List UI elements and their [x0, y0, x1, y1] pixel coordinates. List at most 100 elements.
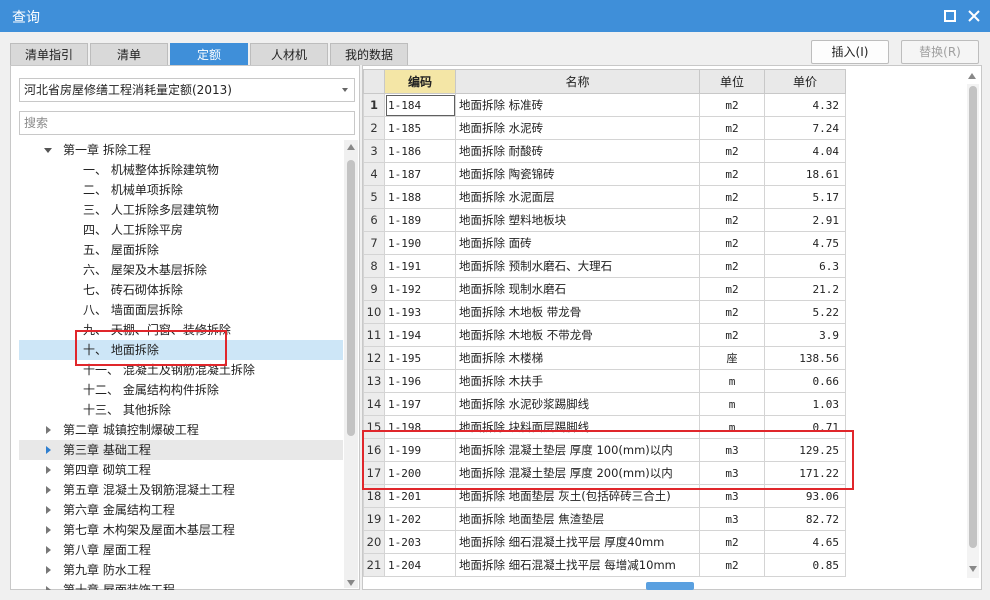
cell-unit[interactable]: m2	[699, 162, 765, 186]
chevron-right-icon[interactable]	[43, 440, 53, 460]
cell-name[interactable]: 地面拆除 木扶手	[455, 369, 700, 393]
cell-code[interactable]: 1-193	[384, 300, 456, 324]
cell-unit[interactable]: m2	[699, 139, 765, 163]
cell-unit[interactable]: m2	[699, 208, 765, 232]
cell-name[interactable]: 地面拆除 塑料地板块	[455, 208, 700, 232]
cell-unit[interactable]: m2	[699, 116, 765, 140]
cell-price[interactable]: 138.56	[764, 346, 846, 370]
cell-price[interactable]: 0.85	[764, 553, 846, 577]
cell-code[interactable]: 1-195	[384, 346, 456, 370]
tree-item[interactable]: 第五章 混凝土及钢筋混凝土工程	[19, 480, 343, 500]
scroll-up-icon[interactable]	[968, 73, 976, 79]
cell-name[interactable]: 地面拆除 耐酸砖	[455, 139, 700, 163]
tree-item[interactable]: 第七章 木构架及屋面木基层工程	[19, 520, 343, 540]
cell-code[interactable]: 1-192	[384, 277, 456, 301]
chevron-right-icon[interactable]	[43, 520, 53, 540]
cell-code[interactable]: 1-185	[384, 116, 456, 140]
maximize-icon[interactable]	[940, 6, 960, 26]
cell-price[interactable]: 129.25	[764, 438, 846, 462]
cell-name[interactable]: 地面拆除 木楼梯	[455, 346, 700, 370]
cell-code[interactable]: 1-199	[384, 438, 456, 462]
tree-scrollbar[interactable]	[344, 140, 358, 588]
tree-item[interactable]: 十一、 混凝土及钢筋混凝土拆除	[19, 360, 343, 380]
chevron-right-icon[interactable]	[43, 460, 53, 480]
table-row[interactable]: 10 1-193 地面拆除 木地板 带龙骨 m2 5.22	[363, 300, 846, 324]
cell-unit[interactable]: m2	[699, 231, 765, 255]
cell-code[interactable]: 1-204	[384, 553, 456, 577]
table-row[interactable]: 9 1-192 地面拆除 现制水磨石 m2 21.2	[363, 277, 846, 301]
tree-item[interactable]: 一、 机械整体拆除建筑物	[19, 160, 343, 180]
cell-code[interactable]: 1-184	[384, 93, 456, 117]
cell-name[interactable]: 地面拆除 面砖	[455, 231, 700, 255]
cell-price[interactable]: 171.22	[764, 461, 846, 485]
tab-quota[interactable]: 定额	[170, 43, 248, 65]
cell-price[interactable]: 3.9	[764, 323, 846, 347]
cell-code[interactable]: 1-188	[384, 185, 456, 209]
tree-item[interactable]: 十二、 金属结构构件拆除	[19, 380, 343, 400]
table-row[interactable]: 14 1-197 地面拆除 水泥砂浆踢脚线 m 1.03	[363, 392, 846, 416]
cell-price[interactable]: 82.72	[764, 507, 846, 531]
table-row[interactable]: 21 1-204 地面拆除 细石混凝土找平层 每增减10mm m2 0.85	[363, 553, 846, 577]
cell-unit[interactable]: m3	[699, 461, 765, 485]
table-row[interactable]: 6 1-189 地面拆除 塑料地板块 m2 2.91	[363, 208, 846, 232]
cell-price[interactable]: 0.71	[764, 415, 846, 439]
cell-unit[interactable]: m2	[699, 277, 765, 301]
cell-code[interactable]: 1-191	[384, 254, 456, 278]
table-row[interactable]: 20 1-203 地面拆除 细石混凝土找平层 厚度40mm m2 4.65	[363, 530, 846, 554]
chevron-right-icon[interactable]	[43, 480, 53, 500]
cell-price[interactable]: 4.75	[764, 231, 846, 255]
table-row[interactable]: 16 1-199 地面拆除 混凝土垫层 厚度 100(mm)以内 m3 129.25	[363, 438, 846, 462]
table-row[interactable]: 12 1-195 地面拆除 木楼梯座 138.56	[363, 346, 846, 370]
cell-name[interactable]: 地面拆除 地面垫层 焦渣垫层	[455, 507, 700, 531]
grid-scrollbar[interactable]	[967, 84, 979, 578]
cell-unit[interactable]: m2	[699, 300, 765, 324]
replace-button[interactable]: 替换(R)	[901, 40, 979, 64]
cell-price[interactable]: 18.61	[764, 162, 846, 186]
tree-item[interactable]: 第三章 基础工程	[19, 440, 343, 460]
cell-price[interactable]: 5.22	[764, 300, 846, 324]
cell-name[interactable]: 地面拆除 水泥砖	[455, 116, 700, 140]
chevron-down-icon[interactable]	[43, 140, 53, 160]
scroll-down-icon[interactable]	[347, 580, 355, 586]
cell-price[interactable]: 1.03	[764, 392, 846, 416]
chevron-right-icon[interactable]	[43, 580, 53, 590]
tab-labor-material-machine[interactable]: 人材机	[250, 43, 328, 65]
cell-unit[interactable]: m3	[699, 484, 765, 508]
cell-code[interactable]: 1-196	[384, 369, 456, 393]
table-row[interactable]: 1 1-184 地面拆除 标准砖 m2 4.32	[363, 93, 846, 117]
cell-unit[interactable]: m	[699, 392, 765, 416]
cell-unit[interactable]: m2	[699, 530, 765, 554]
chevron-right-icon[interactable]	[43, 560, 53, 580]
tab-list-guide[interactable]: 清单指引	[10, 43, 88, 65]
tree-item[interactable]: 第一章 拆除工程	[19, 140, 343, 160]
column-header-unit[interactable]: 单位	[699, 69, 765, 94]
tree-item[interactable]: 二、 机械单项拆除	[19, 180, 343, 200]
cell-unit[interactable]: m2	[699, 93, 765, 117]
cell-code[interactable]: 1-190	[384, 231, 456, 255]
cell-code[interactable]: 1-197	[384, 392, 456, 416]
tree-item[interactable]: 三、 人工拆除多层建筑物	[19, 200, 343, 220]
table-row[interactable]: 2 1-185 地面拆除 水泥砖 m2 7.24	[363, 116, 846, 140]
cell-unit[interactable]: 座	[699, 346, 765, 370]
cell-name[interactable]: 地面拆除 木地板 带龙骨	[455, 300, 700, 324]
panel-resize-grip[interactable]	[646, 582, 694, 590]
tab-my-data[interactable]: 我的数据	[330, 43, 408, 65]
cell-price[interactable]: 5.17	[764, 185, 846, 209]
cell-code[interactable]: 1-194	[384, 323, 456, 347]
chevron-right-icon[interactable]	[43, 420, 53, 440]
tree-item[interactable]: 第四章 砌筑工程	[19, 460, 343, 480]
tree-item[interactable]: 十、 地面拆除	[19, 340, 343, 360]
cell-price[interactable]: 93.06	[764, 484, 846, 508]
cell-unit[interactable]: m2	[699, 254, 765, 278]
cell-price[interactable]: 4.65	[764, 530, 846, 554]
tree-item[interactable]: 六、 屋架及木基层拆除	[19, 260, 343, 280]
table-row[interactable]: 19 1-202 地面拆除 地面垫层 焦渣垫层 m3 82.72	[363, 507, 846, 531]
cell-name[interactable]: 地面拆除 块料面层踢脚线	[455, 415, 700, 439]
tree-item[interactable]: 八、 墙面面层拆除	[19, 300, 343, 320]
cell-name[interactable]: 地面拆除 水泥面层	[455, 185, 700, 209]
cell-price[interactable]: 4.32	[764, 93, 846, 117]
cell-unit[interactable]: m2	[699, 323, 765, 347]
cell-name[interactable]: 地面拆除 木地板 不带龙骨	[455, 323, 700, 347]
cell-code[interactable]: 1-189	[384, 208, 456, 232]
table-row[interactable]: 11 1-194 地面拆除 木地板 不带龙骨 m2 3.9	[363, 323, 846, 347]
